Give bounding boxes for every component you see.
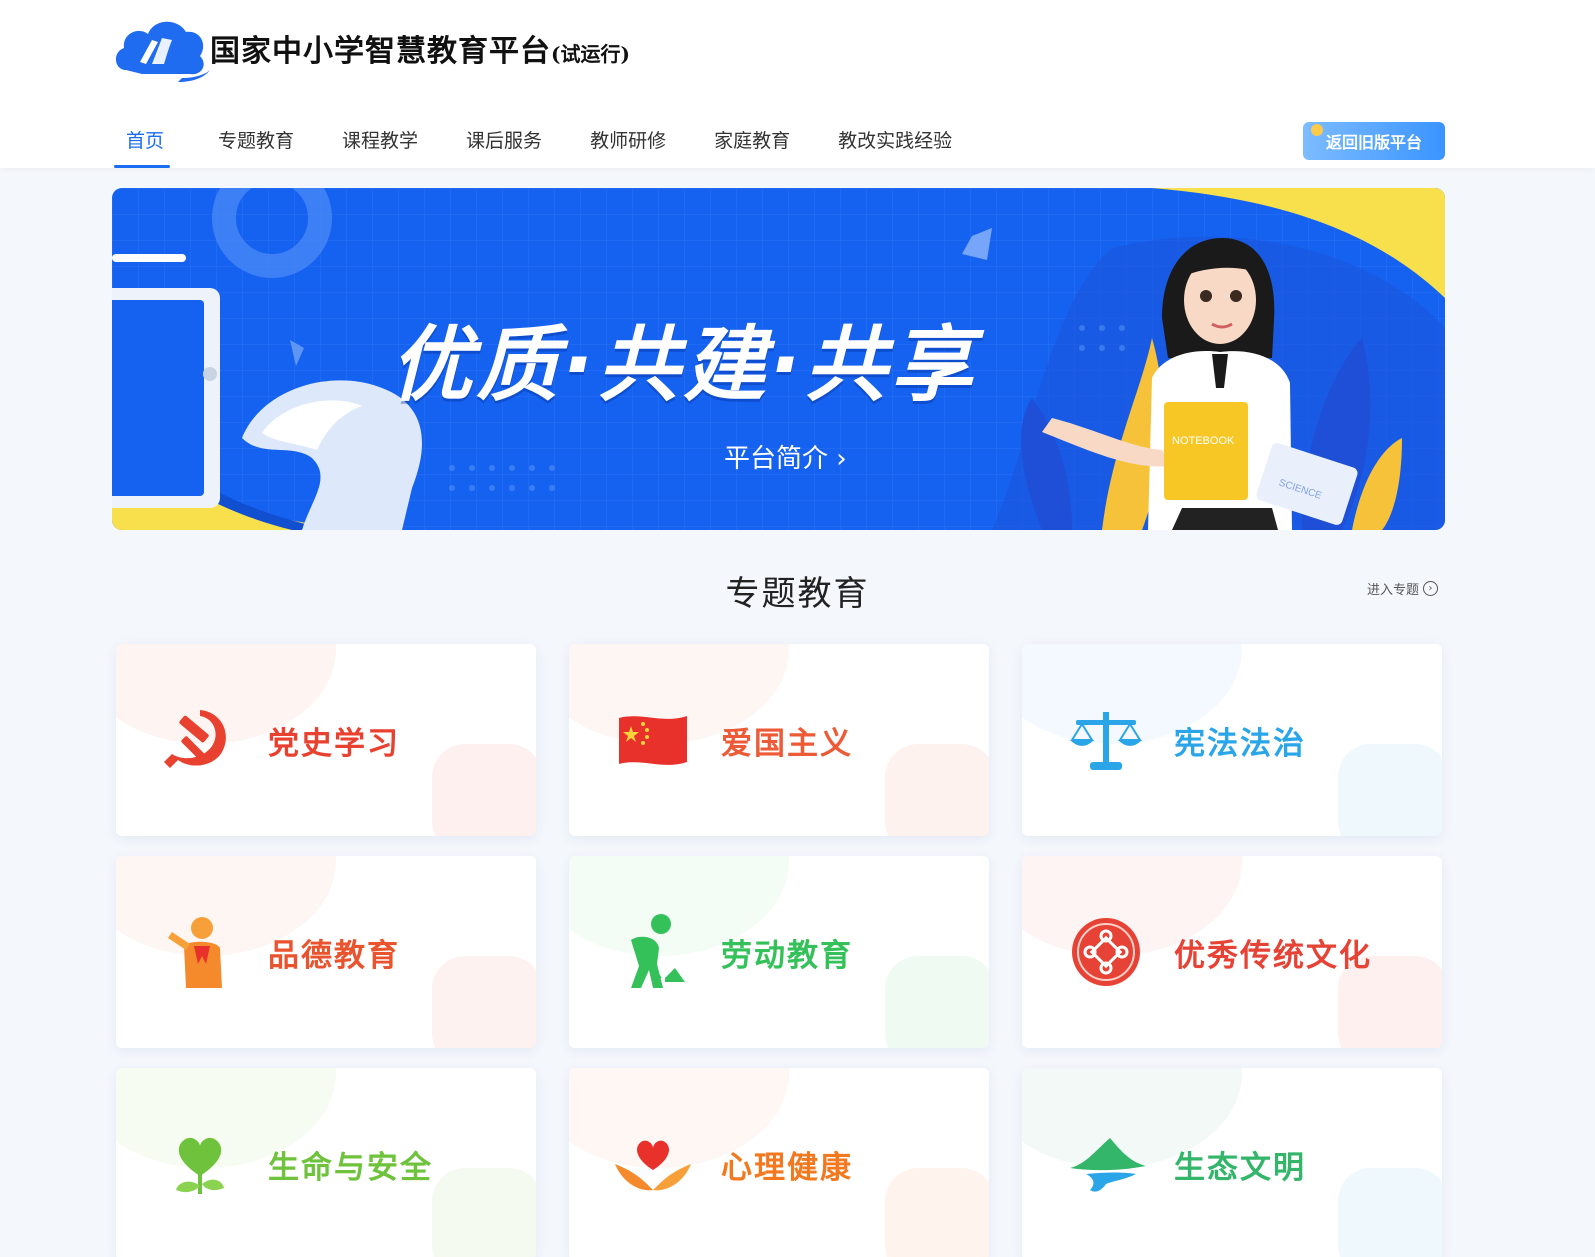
topic-card-life-safety[interactable]: 生命与安全 <box>116 1068 536 1257</box>
return-old-platform-label: 返回旧版平台 <box>1325 133 1422 152</box>
nav-item-family-education[interactable]: 家庭教育 <box>714 116 790 168</box>
platform-intro-label: 平台简介 <box>724 444 829 474</box>
enter-topic-label: 进入专题 <box>1367 583 1420 598</box>
banner-slogan: 优质·共建·共享 <box>390 318 977 413</box>
topic-card-label: 品德教育 <box>268 938 400 974</box>
card-watermark <box>432 744 536 836</box>
topic-card-label: 生态文明 <box>1174 1150 1306 1186</box>
card-watermark <box>885 1168 989 1257</box>
notebook-text: NOTEBOOK <box>1172 435 1235 447</box>
young-pioneer-salute-icon <box>168 917 222 988</box>
topic-card-patriotism[interactable]: 爱国主义 <box>569 644 989 836</box>
topic-card-party-history[interactable]: 党史学习 <box>116 644 536 836</box>
topic-card-label: 爱国主义 <box>721 726 853 762</box>
site-subtitle: (试运行) <box>551 42 630 66</box>
hammer-sickle-icon <box>164 710 226 768</box>
topic-card-label: 党史学习 <box>268 726 400 762</box>
hero-banner[interactable]: NOTEBOOK SCIENCE 优质·共建·共享 平台简介 › <box>112 188 1445 530</box>
topic-card-label: 优秀传统文化 <box>1174 938 1372 974</box>
nav-item-reform-experience[interactable]: 教改实践经验 <box>838 116 952 168</box>
card-watermark <box>432 956 536 1048</box>
chinese-knot-icon <box>1072 918 1140 986</box>
card-watermark <box>885 956 989 1048</box>
platform-intro-link[interactable]: 平台简介 › <box>724 438 847 475</box>
topic-card-moral-education[interactable]: 品德教育 <box>116 856 536 1048</box>
platform-logo-icon[interactable] <box>112 12 212 84</box>
heart-sprout-icon <box>176 1137 224 1194</box>
mountain-water-icon <box>1070 1138 1146 1192</box>
enter-topic-link[interactable]: 进入专题 › <box>1367 579 1439 598</box>
card-watermark <box>432 1168 536 1257</box>
section-title: 专题教育 <box>725 574 870 614</box>
china-flag-icon <box>619 716 687 765</box>
heart-hands-icon <box>615 1140 691 1191</box>
card-watermark <box>1338 1168 1442 1257</box>
topic-card-mental-health[interactable]: 心理健康 <box>569 1068 989 1257</box>
return-old-platform-button[interactable]: 返回旧版平台 <box>1303 122 1445 160</box>
topic-card-label: 宪法法治 <box>1174 726 1306 762</box>
chevron-right-icon: › <box>836 444 847 474</box>
site-title[interactable]: 国家中小学智慧教育平台(试运行) <box>210 26 630 70</box>
topic-card-ecological-civilization[interactable]: 生态文明 <box>1022 1068 1442 1257</box>
nav-item-teacher-training[interactable]: 教师研修 <box>590 116 666 168</box>
nav-item-home[interactable]: 首页 <box>112 116 171 168</box>
arrow-circle-right-icon: › <box>1423 581 1439 596</box>
topic-card-constitution-law[interactable]: 宪法法治 <box>1022 644 1442 836</box>
site-header: 国家中小学智慧教育平台(试运行) 首页 专题教育 课程教学 课后服务 教师研修 … <box>0 0 1595 168</box>
card-watermark <box>1338 744 1442 836</box>
topic-card-label: 劳动教育 <box>721 938 853 974</box>
topic-card-label: 心理健康 <box>721 1150 853 1186</box>
scales-icon <box>1070 712 1142 770</box>
topic-card-labor-education[interactable]: 劳动教育 <box>569 856 989 1048</box>
nav-item-after-school[interactable]: 课后服务 <box>466 116 542 168</box>
topic-card-traditional-culture[interactable]: 优秀传统文化 <box>1022 856 1442 1048</box>
nav-item-course-teaching[interactable]: 课程教学 <box>342 116 418 168</box>
worker-digging-icon <box>631 914 685 988</box>
nav-item-special-education[interactable]: 专题教育 <box>218 116 294 168</box>
card-watermark <box>885 744 989 836</box>
button-decoration <box>1311 124 1323 136</box>
topic-card-label: 生命与安全 <box>268 1150 433 1186</box>
main-nav: 首页 专题教育 课程教学 课后服务 教师研修 家庭教育 教改实践经验 <box>112 116 1000 168</box>
